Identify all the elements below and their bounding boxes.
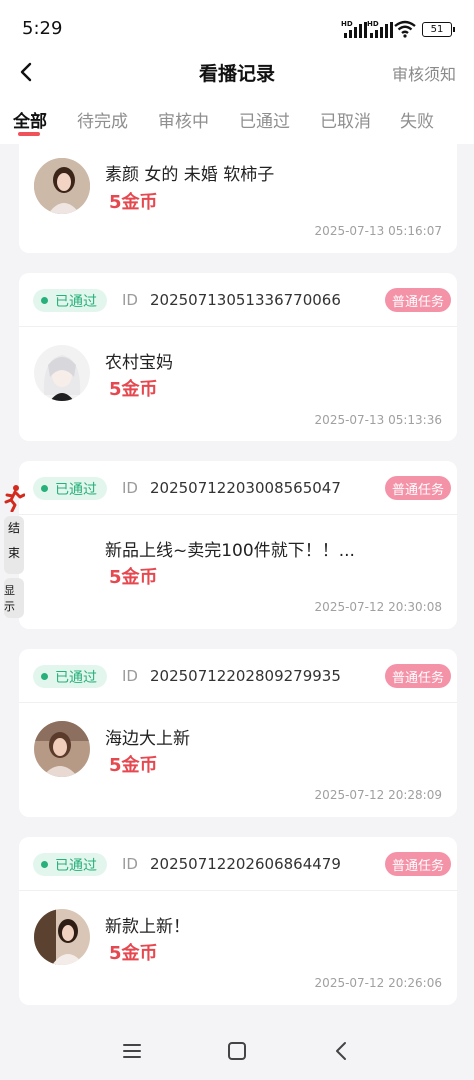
record-header: 已通过 ID 20250713051336770066 普通任务	[19, 273, 457, 327]
avatar	[34, 345, 90, 401]
clock: 5:29	[22, 18, 63, 39]
review-notice-link[interactable]: 审核须知	[392, 61, 456, 85]
record-title: 新款上新！	[105, 917, 190, 937]
signal-icon-2	[370, 22, 393, 38]
record-header: 已通过 ID 20250712202809279935 普通任务	[19, 649, 457, 703]
record-time: 2025-07-12 20:28:09	[314, 788, 442, 802]
tab-pending[interactable]: 待完成	[77, 107, 128, 132]
battery-icon: 51	[422, 22, 455, 37]
record-card[interactable]: 素颜 女的 未婚 软柿子 5金币 2025-07-13 05:16:07	[19, 144, 457, 253]
record-title: 素颜 女的 未婚 软柿子	[105, 165, 275, 185]
avatar	[34, 909, 90, 965]
id-label: ID	[122, 855, 138, 873]
show-button[interactable]: 显示	[4, 578, 24, 618]
record-title: 农村宝妈	[105, 353, 173, 373]
task-type-tag: 普通任务	[385, 664, 451, 688]
tab-cancelled[interactable]: 已取消	[320, 107, 371, 132]
record-title: 海边大上新	[105, 729, 190, 749]
id-label: ID	[122, 479, 138, 497]
system-nav-bar	[0, 1020, 474, 1080]
record-list[interactable]: 素颜 女的 未婚 软柿子 5金币 2025-07-13 05:16:07 已通过…	[0, 144, 474, 1020]
avatar-image	[34, 909, 90, 965]
task-type-tag: 普通任务	[385, 476, 451, 500]
record-time: 2025-07-13 05:16:07	[314, 224, 442, 238]
record-card[interactable]: 已通过 ID 20250712203008565047 普通任务 新品上线~卖完…	[19, 461, 457, 629]
home-icon[interactable]	[224, 1038, 250, 1064]
avatar-image	[34, 158, 90, 214]
record-title: 新品上线~卖完100件就下！！...	[105, 541, 355, 561]
record-time: 2025-07-12 20:26:06	[314, 976, 442, 990]
record-id: 20250712202606864479	[150, 855, 341, 873]
record-reward: 5金币	[109, 192, 158, 213]
record-reward: 5金币	[109, 943, 158, 964]
running-person-icon	[4, 485, 25, 512]
tab-failed[interactable]: 失败	[400, 107, 434, 132]
record-card[interactable]: 已通过 ID 20250713051336770066 普通任务 农村宝妈 5金…	[19, 273, 457, 441]
record-time: 2025-07-12 20:30:08	[314, 600, 442, 614]
id-label: ID	[122, 291, 138, 309]
wifi-icon	[394, 20, 416, 38]
record-reward: 5金币	[109, 567, 158, 588]
record-header: 已通过 ID 20250712203008565047 普通任务	[19, 461, 457, 515]
status-badge: 已通过	[33, 477, 107, 500]
task-type-tag: 普通任务	[385, 288, 451, 312]
back-nav-icon[interactable]	[329, 1038, 355, 1064]
menu-icon[interactable]	[119, 1038, 145, 1064]
avatar	[34, 721, 90, 777]
tab-approved[interactable]: 已通过	[239, 107, 290, 132]
record-id: 20250712203008565047	[150, 479, 341, 497]
record-header: 已通过 ID 20250712202606864479 普通任务	[19, 837, 457, 891]
record-card[interactable]: 已通过 ID 20250712202809279935 普通任务 海边大上新 5…	[19, 649, 457, 817]
tab-reviewing[interactable]: 审核中	[158, 107, 209, 132]
status-badge: 已通过	[33, 289, 107, 312]
record-reward: 5金币	[109, 379, 158, 400]
status-badge: 已通过	[33, 853, 107, 876]
task-type-tag: 普通任务	[385, 852, 451, 876]
id-label: ID	[122, 667, 138, 685]
active-tab-indicator	[18, 132, 40, 136]
floating-task-widget[interactable]: 结 束 显示	[4, 484, 26, 624]
record-id: 20250713051336770066	[150, 291, 341, 309]
signal-icon	[344, 22, 367, 38]
record-time: 2025-07-13 05:13:36	[314, 413, 442, 427]
record-card[interactable]: 已通过 ID 20250712202606864479 普通任务 新款上新！ 5…	[19, 837, 457, 1005]
record-reward: 5金币	[109, 755, 158, 776]
filter-tabs: 全部 待完成 审核中 已通过 已取消 失败	[0, 94, 474, 144]
avatar	[34, 158, 90, 214]
app-header: 看播记录 审核须知	[0, 50, 474, 94]
avatar-image	[34, 345, 90, 401]
avatar-image	[34, 721, 90, 777]
status-badge: 已通过	[33, 665, 107, 688]
tab-all[interactable]: 全部	[13, 107, 47, 132]
end-button[interactable]: 结 束	[4, 516, 24, 574]
record-id: 20250712202809279935	[150, 667, 341, 685]
